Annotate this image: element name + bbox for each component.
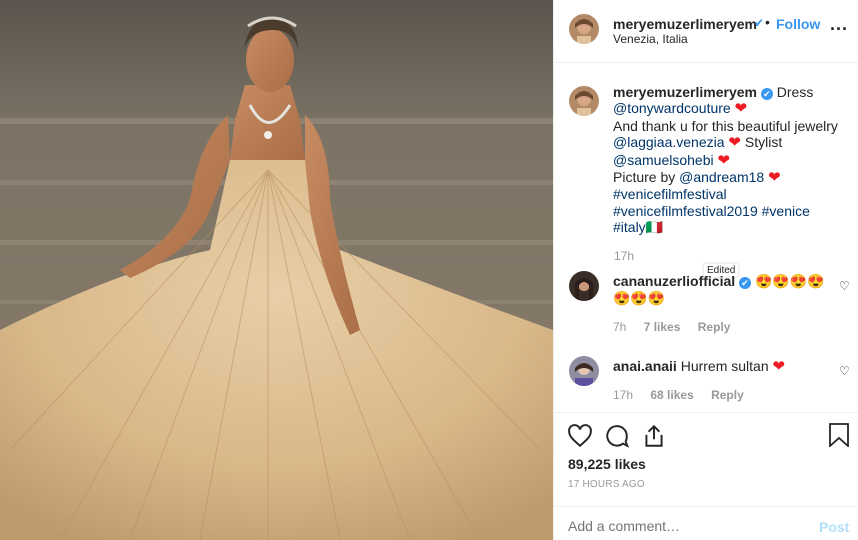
caption-time[interactable]: 17h — [614, 249, 634, 263]
verified-badge-icon: ✔ — [760, 88, 773, 100]
comment-body: anai.anaii Hurrem sultan ❤ — [613, 358, 833, 375]
caption-text-picture-by: Picture by — [613, 169, 676, 186]
comment-username[interactable]: anai.anaii — [613, 358, 677, 374]
comment-like-heart-icon[interactable]: ♡ — [839, 364, 850, 378]
comment-likes[interactable]: 68 likes — [650, 388, 693, 402]
mention-andream18[interactable]: @andream18 — [679, 169, 764, 185]
heart-emoji-icon: ❤ — [728, 134, 741, 152]
caption-avatar[interactable] — [569, 86, 599, 116]
follow-button[interactable]: Follow — [776, 16, 820, 32]
location-link[interactable]: Venezia, Italia — [613, 32, 688, 46]
comment-meta: 7h 7 likes Reply — [613, 320, 744, 334]
add-comment-input[interactable] — [568, 518, 808, 534]
heart-emoji-icon: ❤ — [772, 358, 786, 375]
comment-likes[interactable]: 7 likes — [644, 320, 681, 334]
mention-laggiaa[interactable]: @laggiaa.venezia — [613, 134, 725, 150]
share-icon[interactable] — [641, 423, 669, 451]
more-options-icon[interactable]: ... — [830, 14, 848, 35]
hashtag-venicefilmfestival[interactable]: #venicefilmfestival — [613, 186, 727, 202]
mention-tonywardcouture[interactable]: @tonywardcouture — [613, 100, 731, 116]
verified-icon: ✔ — [754, 16, 765, 30]
comment-username[interactable]: cananuzerliofficial — [613, 273, 735, 289]
caption-text-thanks: And thank u for this beautiful jewelry — [613, 117, 838, 134]
separator-dot: • — [765, 14, 770, 30]
caption-username[interactable]: meryemuzerlimeryem — [613, 84, 757, 100]
save-bookmark-icon[interactable] — [828, 423, 852, 449]
like-heart-icon[interactable] — [567, 423, 595, 451]
action-bar — [554, 412, 858, 449]
comment-bubble-icon[interactable] — [604, 423, 632, 451]
author-avatar[interactable] — [569, 14, 599, 44]
post-photo[interactable] — [0, 0, 553, 540]
caption-text-stylist: Stylist — [744, 134, 783, 151]
comment-body: cananuzerliofficial ✔ 😍😍😍😍😍😍😍 — [613, 273, 833, 307]
post-panel: meryemuzerlimeryem ✔ • Follow Venezia, I… — [553, 0, 858, 540]
post-timestamp[interactable]: 17 HOURS AGO — [568, 479, 645, 490]
hashtag-italy[interactable]: #italy — [613, 219, 646, 235]
comment-text: Hurrem sultan — [680, 358, 769, 374]
hashtag-venice[interactable]: #venice — [762, 203, 810, 219]
comment-like-heart-icon[interactable]: ♡ — [839, 279, 850, 293]
mention-samuelsohebi[interactable]: @samuelsohebi — [613, 152, 714, 168]
post-comment-button[interactable]: Post — [819, 519, 849, 535]
heart-emoji-icon: ❤ — [768, 169, 781, 187]
heart-emoji-icon: ❤ — [734, 100, 748, 118]
italy-flag-icon: 🇮🇹 — [645, 219, 664, 236]
reply-button[interactable]: Reply — [711, 388, 744, 402]
heart-emoji-icon: ❤ — [717, 151, 731, 169]
action-icons — [567, 423, 674, 452]
author-username[interactable]: meryemuzerlimeryem — [613, 16, 757, 32]
post-header: meryemuzerlimeryem ✔ • Follow Venezia, I… — [554, 0, 858, 63]
caption-text-dress: Dress — [776, 84, 814, 100]
caption-text: meryemuzerlimeryem ✔ Dress @tonywardcout… — [613, 84, 853, 236]
comment-meta: 17h 68 likes Reply — [613, 388, 758, 402]
comment-time[interactable]: 7h — [613, 320, 626, 334]
commenter-avatar[interactable] — [569, 356, 599, 386]
hashtag-venicefilmfestival2019[interactable]: #venicefilmfestival2019 — [613, 203, 758, 219]
add-comment-bar: Post — [554, 506, 858, 540]
likes-count[interactable]: 89,225 likes — [568, 456, 646, 472]
comment-time[interactable]: 17h — [613, 388, 633, 402]
commenter-avatar[interactable] — [569, 271, 599, 301]
verified-badge-icon: ✔ — [739, 277, 752, 289]
reply-button[interactable]: Reply — [698, 320, 731, 334]
